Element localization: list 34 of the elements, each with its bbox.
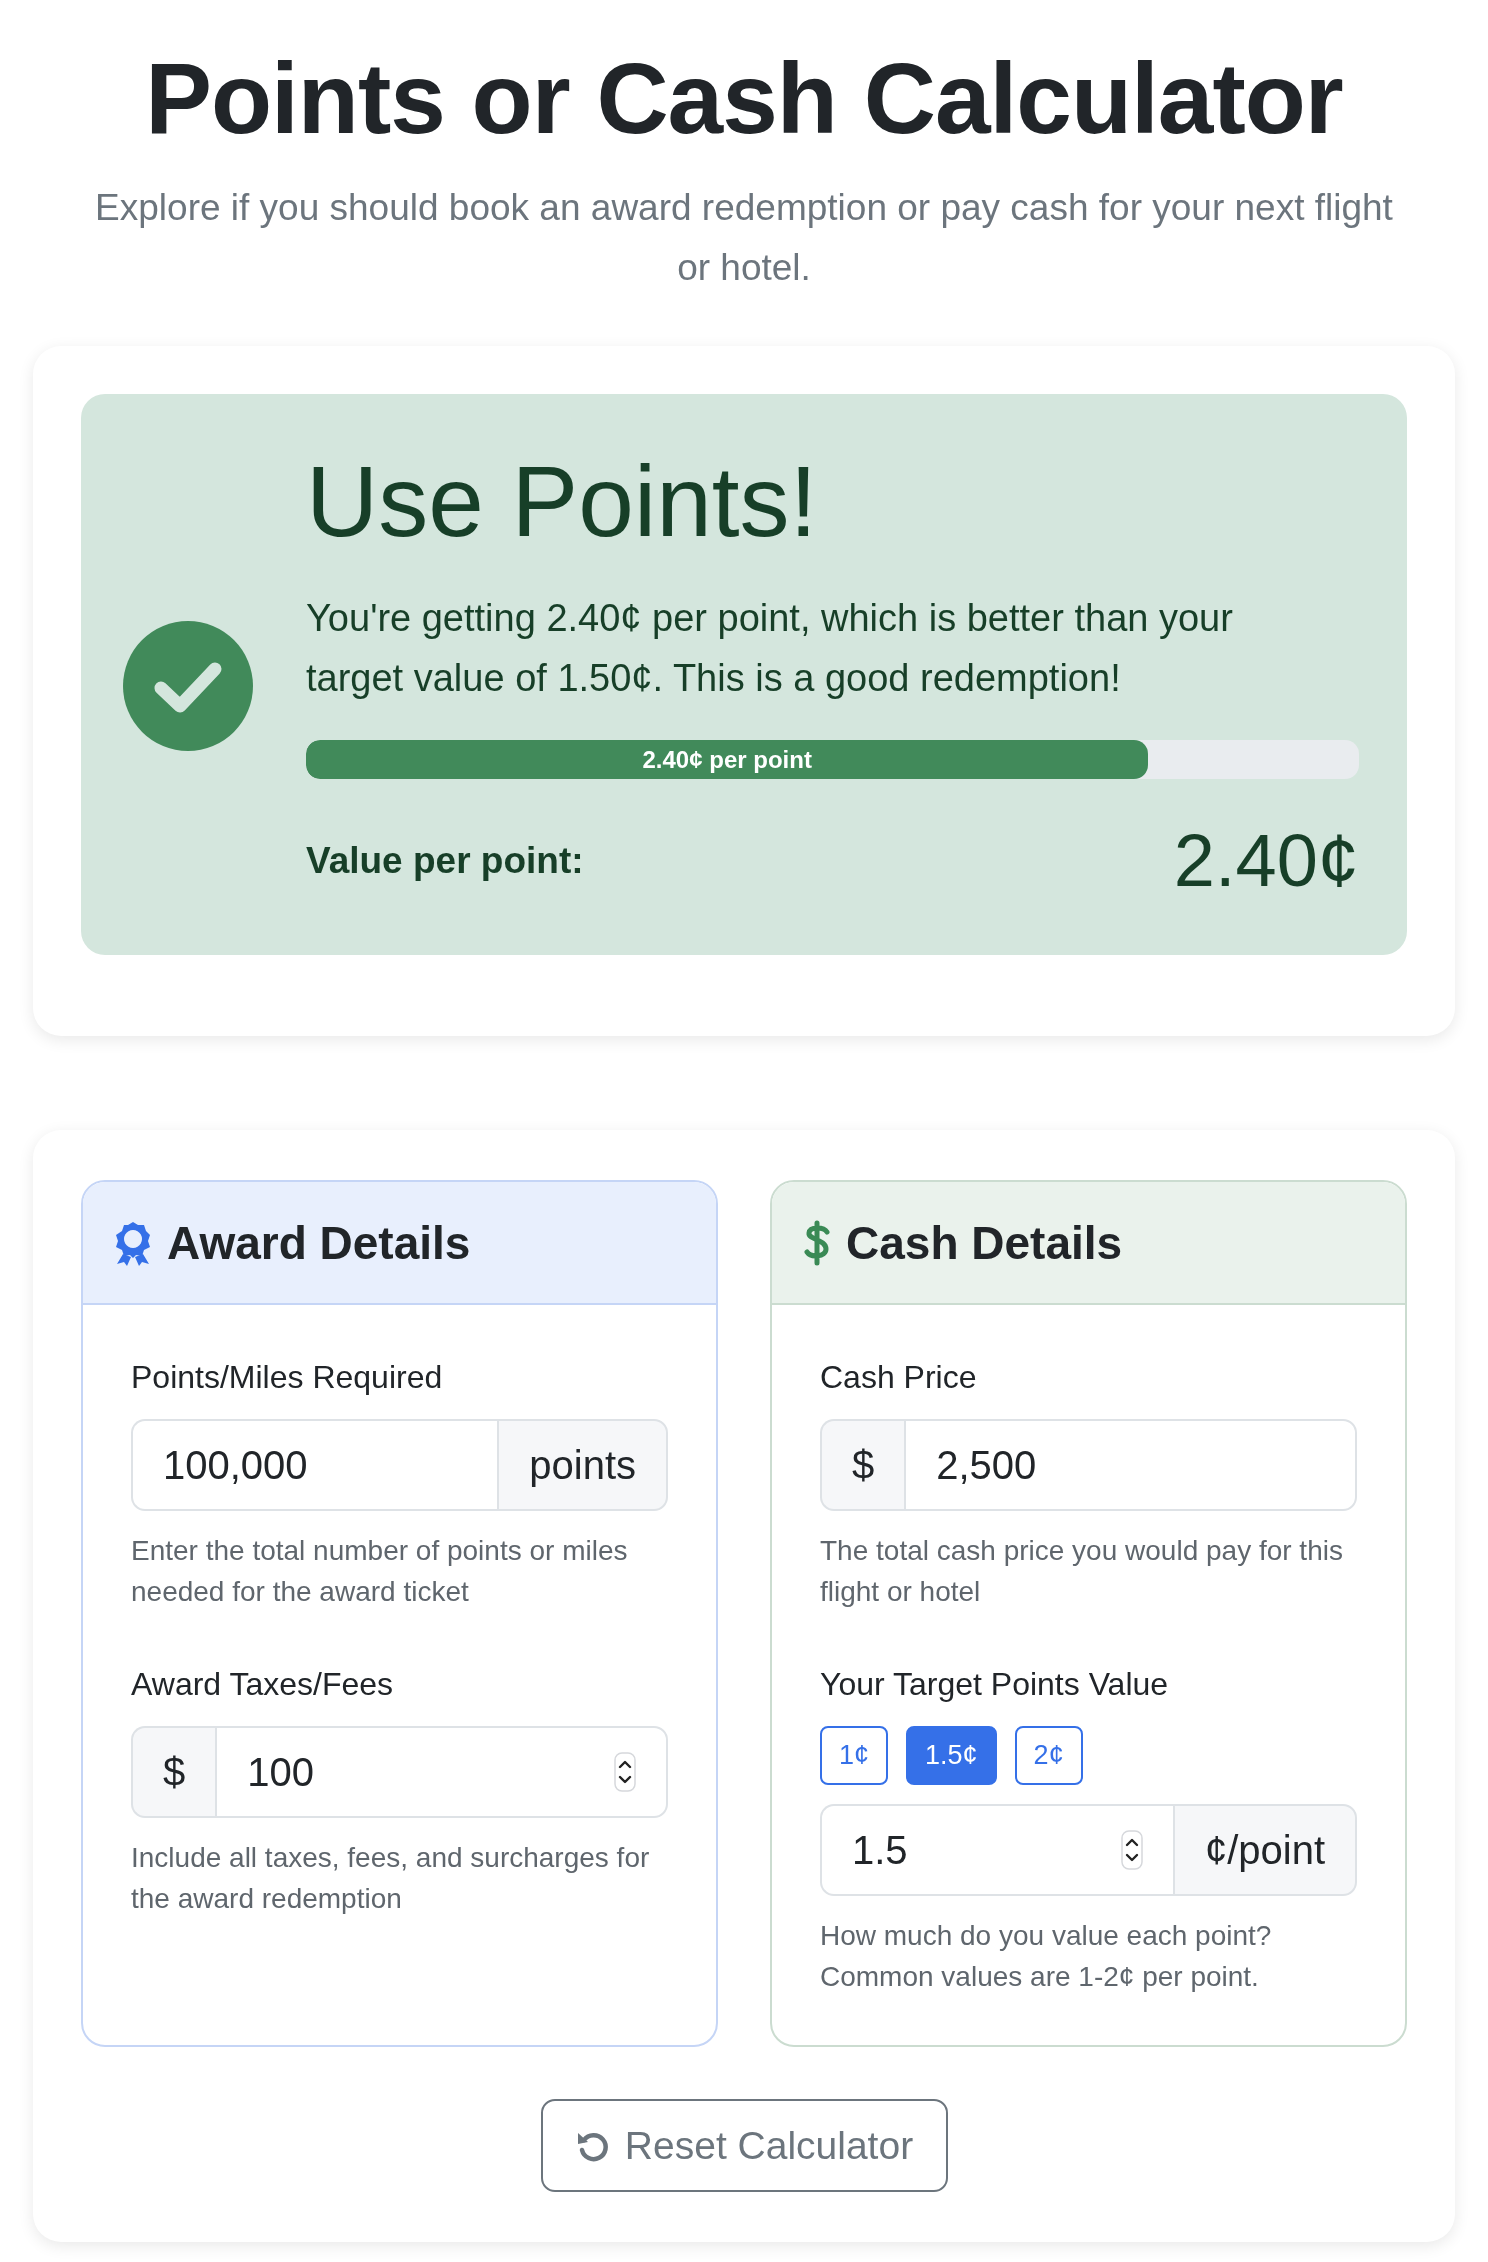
preset-button[interactable]: 1.5¢ <box>906 1726 997 1785</box>
spinner-icon[interactable] <box>614 1752 636 1792</box>
currency-addon: $ <box>820 1419 905 1511</box>
value-amount: 2.40¢ <box>1173 818 1359 904</box>
number-input[interactable]: 1.5 <box>820 1804 1173 1896</box>
panel-title: Award Details <box>167 1215 471 1270</box>
spinner-icon[interactable] <box>1120 1830 1143 1870</box>
help-text: Enter the total number of points or miles needed for the award ticket <box>131 1534 629 1609</box>
help-text: How much do you value each point? Common values are 1-2¢ per point. <box>820 1919 1273 1994</box>
award-ribbon-icon <box>113 1219 153 1266</box>
value-label: Value per point: <box>306 840 584 882</box>
field-label: Your Target Points Value <box>820 1665 1170 1704</box>
verdict-heading: Use Points! <box>306 446 819 556</box>
help-text: Include all taxes, fees, and surcharges for the award redemption <box>131 1841 651 1916</box>
field-label: Award Taxes/Fees <box>131 1665 395 1704</box>
dollar-icon <box>802 1219 832 1266</box>
check-circle-icon <box>123 621 253 751</box>
page-subtitle: Explore if you should book an award redemption or pay cash for your next flight or hotel. <box>94 186 1394 290</box>
progress-fill: 2.40¢ per point <box>306 740 1149 779</box>
preset-button[interactable]: 2¢ <box>1014 1726 1083 1785</box>
number-input[interactable]: 100,000 <box>131 1419 498 1511</box>
currency-addon: $ <box>131 1726 216 1818</box>
field-label: Cash Price <box>820 1358 978 1397</box>
verdict-message: You're getting 2.40¢ per point, which is better than your target value of 1.50¢. This is a good redemption! <box>306 596 1234 701</box>
unit-addon: points <box>497 1419 668 1511</box>
preset-button[interactable]: 1¢ <box>820 1726 889 1785</box>
help-text: The total cash price you would pay for this flight or hotel <box>820 1534 1344 1609</box>
reset-button[interactable]: Reset Calculator <box>540 2099 948 2192</box>
unit-addon: ¢/point <box>1172 1804 1357 1896</box>
panel-title: Cash Details <box>846 1215 1123 1270</box>
number-input[interactable]: 100 <box>215 1726 668 1818</box>
field-label: Points/Miles Required <box>131 1358 444 1397</box>
number-input[interactable]: 2,500 <box>904 1419 1357 1511</box>
page-title: Points or Cash Calculator <box>144 42 1344 154</box>
